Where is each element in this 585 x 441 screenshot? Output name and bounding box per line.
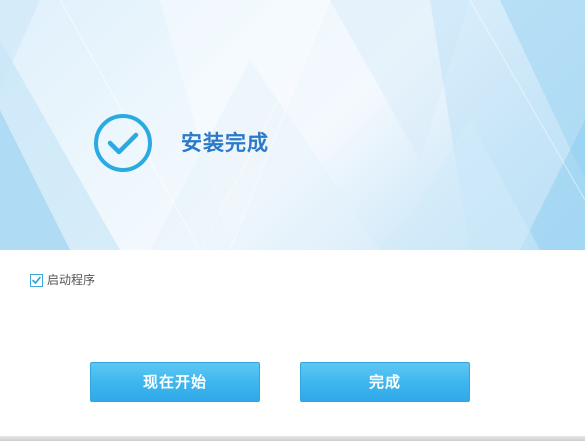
launch-program-option[interactable]: 启动程序 [30, 272, 95, 288]
check-circle-icon [94, 114, 152, 172]
start-now-button[interactable]: 现在开始 [90, 362, 260, 402]
banner-background-art [0, 0, 585, 250]
launch-program-checkbox[interactable] [30, 273, 43, 287]
header-banner: 安装完成 [0, 0, 585, 250]
launch-program-label: 启动程序 [47, 273, 96, 287]
install-complete-title: 安装完成 [181, 131, 269, 155]
checkmark-icon [32, 276, 41, 284]
window-bottom-border [0, 436, 585, 441]
installer-window: 安装完成 启动程序 现在开始 完成 [0, 0, 585, 441]
finish-button[interactable]: 完成 [300, 362, 470, 402]
